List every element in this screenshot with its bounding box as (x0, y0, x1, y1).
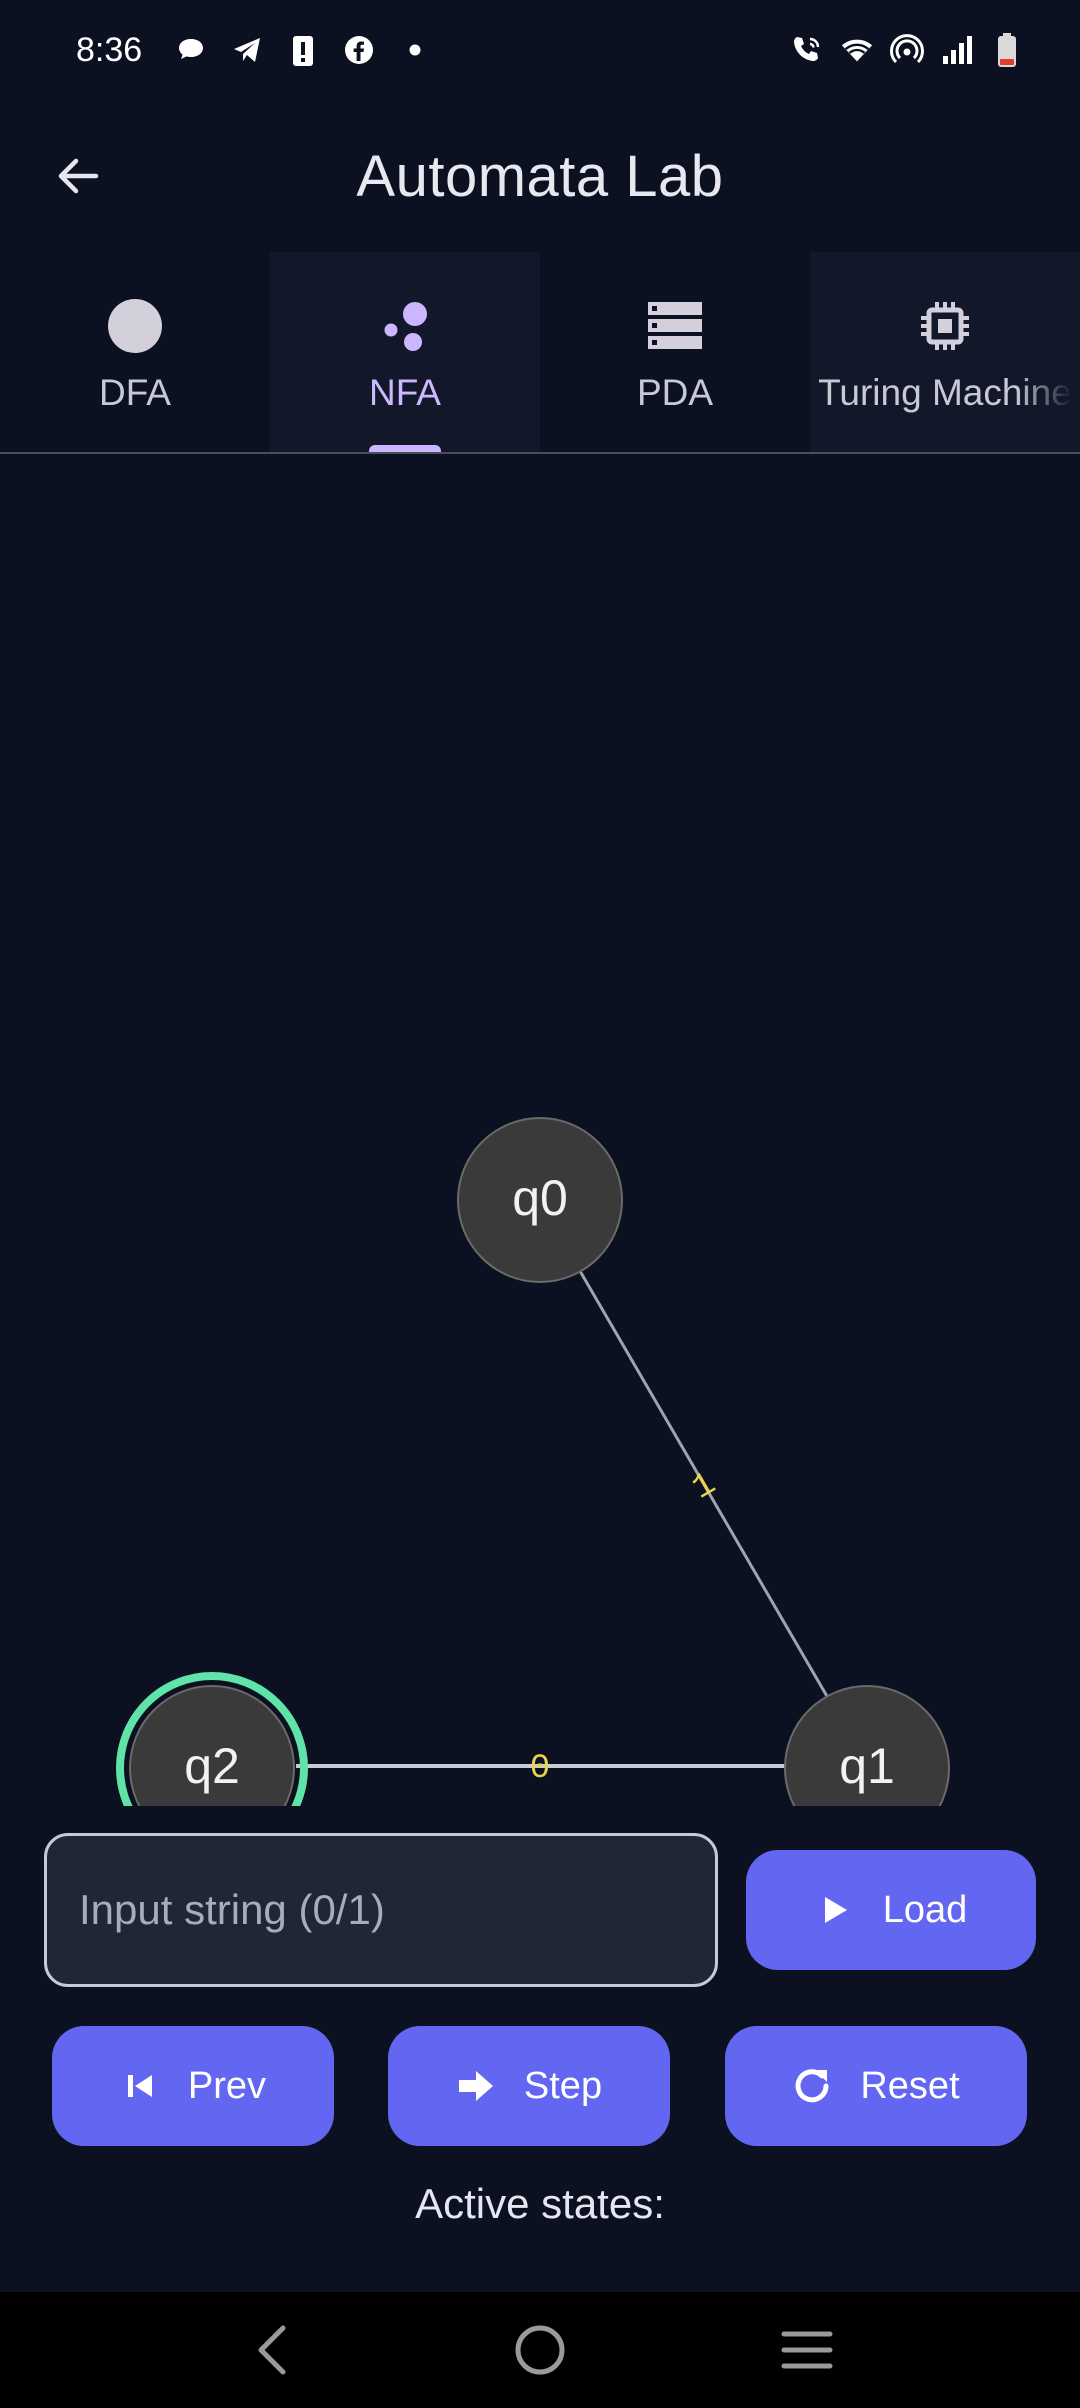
state-node-q2[interactable]: q2 (116, 1672, 308, 1864)
load-button[interactable]: Load (746, 1850, 1036, 1970)
nav-recents-button[interactable] (767, 2310, 847, 2390)
tab-nfa[interactable]: NFA (270, 252, 540, 452)
bubbles-icon (373, 294, 437, 358)
arrow-right-icon (456, 2066, 496, 2106)
tab-label: DFA (99, 372, 171, 413)
automaton-canvas[interactable]: 1 0 q0 q1 q2 (0, 456, 1080, 1864)
tab-label: PDA (636, 372, 714, 413)
system-nav-bar (0, 2292, 1080, 2408)
reset-label: Reset (860, 2064, 960, 2107)
tab-label: Turing Machine (818, 372, 1072, 413)
transition-label-q1-q2: 0 (530, 1750, 550, 1788)
status-right (790, 33, 1024, 67)
circle-icon (103, 294, 167, 358)
wifi-call-icon (790, 33, 824, 67)
nav-recents-icon (781, 2331, 833, 2369)
active-tab-indicator (369, 445, 441, 452)
state-label: q1 (839, 1738, 895, 1794)
hotspot-icon (890, 33, 924, 67)
refresh-icon (792, 2066, 832, 2106)
battery-alert-icon (286, 33, 320, 67)
facebook-icon (342, 33, 376, 67)
stack-icon (643, 294, 707, 358)
arrow-back-icon (58, 158, 99, 194)
chat-bubble-icon (174, 33, 208, 67)
status-time: 8:36 (76, 30, 143, 69)
step-label: Step (523, 2064, 603, 2107)
automaton-graph: 1 0 q0 q1 q2 (116, 1117, 950, 1864)
tab-dfa[interactable]: DFA (0, 252, 270, 452)
back-button[interactable] (40, 138, 116, 214)
nav-back-icon (258, 2325, 286, 2375)
app-bar: Automata Lab (0, 100, 1080, 252)
prev-label: Prev (187, 2064, 267, 2107)
input-string-field[interactable] (44, 1833, 718, 1987)
load-label: Load (882, 1888, 968, 1931)
step-button[interactable]: Step (388, 2026, 670, 2146)
skip-previous-icon (120, 2066, 160, 2106)
reset-button[interactable]: Reset (725, 2026, 1027, 2146)
tab-pda[interactable]: PDA (540, 252, 810, 452)
state-label: q0 (512, 1170, 568, 1226)
input-string-input[interactable] (79, 1886, 715, 1934)
chip-icon (913, 294, 977, 358)
state-label: q2 (184, 1738, 240, 1794)
automaton-tabs: DFA NFA PDA Turing Machine (0, 252, 1080, 454)
nav-home-icon (515, 2325, 565, 2375)
signal-icon (940, 33, 974, 67)
telegram-icon (230, 33, 264, 67)
play-icon (815, 1890, 855, 1930)
battery-low-icon (990, 33, 1024, 67)
active-states-label: Active states: (415, 2180, 665, 2227)
tab-label: NFA (369, 372, 441, 413)
transition-label-q0-q1: 1 (686, 1465, 723, 1508)
nav-home-button[interactable] (500, 2310, 580, 2390)
app-title: Automata Lab (356, 143, 724, 209)
tab-turing-machine[interactable]: Turing Machine (810, 252, 1080, 452)
state-node-q1[interactable]: q1 (784, 1685, 950, 1851)
nav-back-button[interactable] (233, 2310, 313, 2390)
state-node-q0[interactable]: q0 (457, 1117, 623, 1283)
dot-icon (398, 33, 432, 67)
status-left: 8:36 (76, 31, 432, 70)
status-bar: 8:36 (0, 0, 1080, 100)
prev-button[interactable]: Prev (52, 2026, 334, 2146)
wifi-icon (840, 33, 874, 67)
